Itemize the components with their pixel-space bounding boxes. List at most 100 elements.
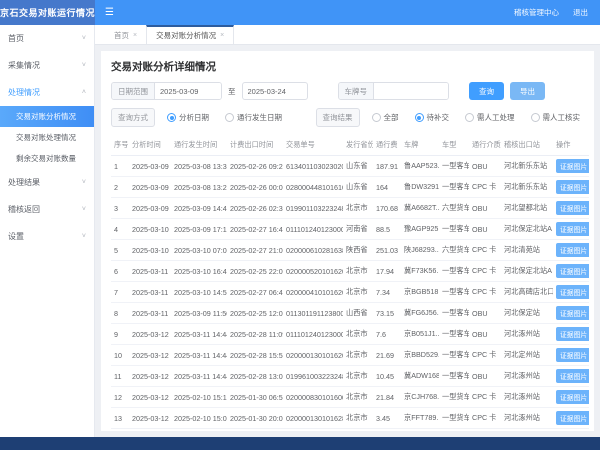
- table-cell: 2025-03-12: [129, 344, 171, 366]
- table-cell: 六型货车: [439, 239, 469, 261]
- table-cell: 冀A6682T...: [401, 197, 439, 219]
- chevron-down-icon: ˅: [81, 62, 86, 69]
- table-cell: 2025-02-27 06:47:56: [227, 281, 283, 303]
- column-header: 分析时间: [129, 135, 171, 156]
- radio-pending-pay[interactable]: 待补交: [414, 112, 450, 123]
- evidence-image-button[interactable]: 证据图片: [556, 201, 589, 215]
- radio-transit-date[interactable]: 通行发生日期: [225, 112, 282, 123]
- table-cell: 0199011032232480...: [283, 197, 343, 219]
- table-row: 82025-03-112025-03-09 11:50:022025-02-25…: [111, 302, 589, 324]
- table-cell: 0280004481016102...: [283, 176, 343, 198]
- evidence-image-button[interactable]: 证据图片: [556, 390, 589, 404]
- table-cell: 2025-03-09: [129, 176, 171, 198]
- evidence-image-button[interactable]: 证据图片: [556, 180, 589, 194]
- evidence-image-button[interactable]: 证据图片: [556, 369, 589, 383]
- radio-manual-handle[interactable]: 需人工处理: [465, 112, 515, 123]
- sidebar-item-label: 采集情况: [8, 61, 40, 70]
- evidence-image-button[interactable]: 证据图片: [556, 264, 589, 278]
- tab-analysis[interactable]: 交易对账分析情况 ×: [146, 25, 235, 44]
- table-cell: 2025-02-26 02:37:10: [227, 197, 283, 219]
- sidebar-subitem-remaining[interactable]: 剩余交易对账数量: [0, 148, 94, 169]
- logout-link[interactable]: 退出: [573, 7, 588, 18]
- column-header: 计费出口时间: [227, 135, 283, 156]
- table-cell: 2025-03-11: [129, 260, 171, 282]
- table-cell: 0199610032232480...: [283, 365, 343, 387]
- evidence-image-button[interactable]: 证据图片: [556, 285, 589, 299]
- chevron-down-icon: ˅: [81, 206, 86, 213]
- sidebar-item-results[interactable]: 处理结果 ˅: [0, 169, 94, 196]
- evidence-image-button[interactable]: 证据图片: [556, 411, 589, 425]
- table-cell: OBU: [469, 155, 501, 177]
- table-cell: OBU: [469, 218, 501, 240]
- table-cell: 一型客车: [439, 260, 469, 282]
- table-cell: 陕J68293...: [401, 239, 439, 261]
- table-cell: 2025-02-10 15:13:04: [171, 386, 227, 408]
- tab-home[interactable]: 首页 ×: [105, 25, 146, 44]
- table-cell: 7.6: [373, 323, 401, 345]
- table-cell: 河北保定站: [501, 302, 553, 324]
- radio-manual-verify[interactable]: 需人工核实: [530, 112, 580, 123]
- evidence-image-button[interactable]: 证据图片: [556, 222, 589, 236]
- evidence-image-button[interactable]: 证据图片: [556, 243, 589, 257]
- table-cell: 2025-03-12: [129, 386, 171, 408]
- table-cell: 21.69: [373, 344, 401, 366]
- radio-analysis-date[interactable]: 分析日期: [167, 112, 209, 123]
- app-title: 京石交易对账运行情况: [0, 0, 95, 25]
- plate-input[interactable]: [374, 83, 448, 99]
- table-cell: 2025-02-26 09:29:41: [227, 155, 283, 177]
- table-cell: 3: [111, 197, 129, 219]
- date-to-input[interactable]: [241, 82, 308, 100]
- sidebar-item-settings[interactable]: 设置 ˅: [0, 223, 94, 250]
- table-cell: 北京市: [343, 260, 373, 282]
- table-cell: 河北保定北站A: [501, 260, 553, 282]
- table-cell: OBU: [469, 323, 501, 345]
- sidebar-submenu: 交易对账分析情况 交易对账处理情况 剩余交易对账数量: [0, 106, 94, 169]
- search-button[interactable]: 查询: [469, 82, 504, 100]
- radio-icon: [167, 113, 176, 122]
- sidebar-item-collection[interactable]: 采集情况 ˅: [0, 52, 94, 79]
- radio-all[interactable]: 全部: [371, 112, 399, 123]
- evidence-image-button[interactable]: 证据图片: [556, 348, 589, 362]
- table-cell: 0111012401230007...: [283, 218, 343, 240]
- hamburger-menu-icon[interactable]: ☰: [105, 7, 114, 18]
- table-cell: 河北清苑站: [501, 239, 553, 261]
- table-cell: 170.68: [373, 197, 401, 219]
- evidence-image-button[interactable]: 证据图片: [556, 159, 589, 173]
- table-cell: 一型客车: [439, 344, 469, 366]
- evidence-image-button[interactable]: 证据图片: [556, 327, 589, 341]
- table-cell: 2025-03-08 13:28:08: [171, 176, 227, 198]
- plate-label: 车牌号: [338, 83, 374, 99]
- sidebar-item-home[interactable]: 首页 ˅: [0, 25, 94, 52]
- filter-row: 日期范围 至 车牌号 查询 导出: [111, 82, 584, 100]
- table-cell: 8: [111, 302, 129, 324]
- table-row: 62025-03-112025-03-10 16:41:062025-02-25…: [111, 260, 589, 282]
- close-icon[interactable]: ×: [220, 32, 224, 39]
- table-cell: CPC 卡: [469, 239, 501, 261]
- table-cell: 山东省: [343, 155, 373, 177]
- table-cell: 0200001301016280...: [283, 407, 343, 429]
- sidebar-item-label: 设置: [8, 232, 24, 241]
- content-card: 交易对账分析详细情况 日期范围 至 车牌号 查询 导出: [101, 51, 594, 431]
- radio-label: 待补交: [426, 113, 450, 122]
- table-cell: 北京市: [343, 386, 373, 408]
- table-cell: 河北涿州站: [501, 407, 553, 429]
- table-cell: 2025-03-11 14:44:02: [171, 365, 227, 387]
- table-cell: 鲁AAP523...: [401, 155, 439, 177]
- sidebar-item-processing[interactable]: 处理情况 ˄: [0, 79, 94, 106]
- date-from-input[interactable]: [155, 83, 221, 99]
- export-button[interactable]: 导出: [510, 82, 545, 100]
- close-icon[interactable]: ×: [133, 32, 137, 39]
- table-cell: 2025-03-11 14:44:23: [171, 344, 227, 366]
- sidebar-item-audit-return[interactable]: 稽核返回 ˅: [0, 196, 94, 223]
- table-cell: 2025-02-25 12:03:22: [227, 302, 283, 324]
- table-row: 22025-03-092025-03-08 13:28:082025-02-26…: [111, 176, 589, 198]
- sidebar-subitem-analysis[interactable]: 交易对账分析情况: [0, 106, 94, 127]
- sidebar-subitem-handle[interactable]: 交易对账处理情况: [0, 127, 94, 148]
- table-cell: 2025-03-08 13:32:58: [171, 155, 227, 177]
- user-center-link[interactable]: 稽核管理中心: [514, 7, 559, 18]
- evidence-image-button[interactable]: 证据图片: [556, 306, 589, 320]
- column-header: 序号: [111, 135, 129, 156]
- table-cell: 73.15: [373, 302, 401, 324]
- column-header: 车型: [439, 135, 469, 156]
- table-cell: CPC 卡: [469, 344, 501, 366]
